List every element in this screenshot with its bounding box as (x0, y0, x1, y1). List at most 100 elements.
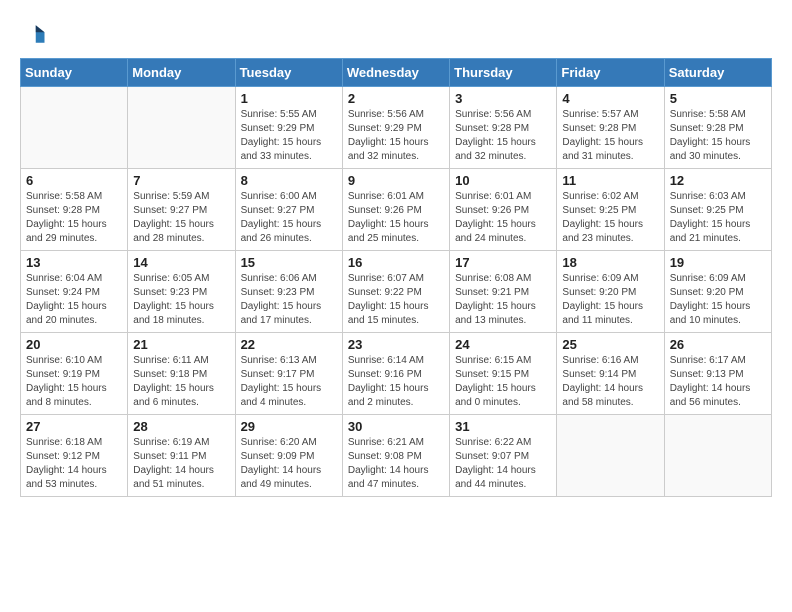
calendar-cell: 27Sunrise: 6:18 AM Sunset: 9:12 PM Dayli… (21, 415, 128, 497)
day-info: Sunrise: 5:56 AM Sunset: 9:28 PM Dayligh… (455, 108, 551, 164)
day-of-week-header: Thursday (450, 59, 557, 87)
calendar-cell: 6Sunrise: 5:58 AM Sunset: 9:28 PM Daylig… (21, 169, 128, 251)
day-number: 11 (562, 173, 658, 188)
calendar-cell: 23Sunrise: 6:14 AM Sunset: 9:16 PM Dayli… (342, 333, 449, 415)
day-info: Sunrise: 6:17 AM Sunset: 9:13 PM Dayligh… (670, 354, 766, 410)
logo (20, 20, 52, 48)
day-info: Sunrise: 5:58 AM Sunset: 9:28 PM Dayligh… (26, 190, 122, 246)
day-info: Sunrise: 6:01 AM Sunset: 9:26 PM Dayligh… (455, 190, 551, 246)
day-number: 24 (455, 337, 551, 352)
day-number: 30 (348, 419, 444, 434)
calendar-cell: 29Sunrise: 6:20 AM Sunset: 9:09 PM Dayli… (235, 415, 342, 497)
calendar: SundayMondayTuesdayWednesdayThursdayFrid… (20, 58, 772, 497)
calendar-cell: 19 Sunrise: 6:09 AM Sunset: 9:20 PM Dayli… (664, 251, 771, 333)
calendar-cell: 11Sunrise: 6:02 AM Sunset: 9:25 PM Dayli… (557, 169, 664, 251)
day-number: 9 (348, 173, 444, 188)
day-info: Sunrise: 6:11 AM Sunset: 9:18 PM Dayligh… (133, 354, 229, 410)
calendar-cell: 15Sunrise: 6:06 AM Sunset: 9:23 PM Dayli… (235, 251, 342, 333)
calendar-header-row: SundayMondayTuesdayWednesdayThursdayFrid… (21, 59, 772, 87)
logo-icon (20, 20, 48, 48)
day-number: 10 (455, 173, 551, 188)
calendar-cell: 1Sunrise: 5:55 AM Sunset: 9:29 PM Daylig… (235, 87, 342, 169)
day-number: 17 (455, 255, 551, 270)
day-number: 13 (26, 255, 122, 270)
calendar-cell (21, 87, 128, 169)
calendar-cell: 8Sunrise: 6:00 AM Sunset: 9:27 PM Daylig… (235, 169, 342, 251)
calendar-cell: 30 Sunrise: 6:21 AM Sunset: 9:08 PM Dayli… (342, 415, 449, 497)
day-number: 28 (133, 419, 229, 434)
day-info: Sunrise: 6:09 AM Sunset: 9:20 PM Dayligh… (670, 272, 766, 328)
day-info: Sunrise: 6:16 AM Sunset: 9:14 PM Dayligh… (562, 354, 658, 410)
day-of-week-header: Wednesday (342, 59, 449, 87)
day-info: Sunrise: 6:07 AM Sunset: 9:22 PM Dayligh… (348, 272, 444, 328)
day-number: 3 (455, 91, 551, 106)
day-number: 14 (133, 255, 229, 270)
day-of-week-header: Sunday (21, 59, 128, 87)
day-of-week-header: Saturday (664, 59, 771, 87)
day-of-week-header: Friday (557, 59, 664, 87)
day-number: 25 (562, 337, 658, 352)
day-number: 26 (670, 337, 766, 352)
calendar-cell: 2 Sunrise: 5:56 AM Sunset: 9:29 PM Daylig… (342, 87, 449, 169)
day-info: Sunrise: 6:22 AM Sunset: 9:07 PM Dayligh… (455, 436, 551, 492)
day-info: Sunrise: 6:14 AM Sunset: 9:16 PM Dayligh… (348, 354, 444, 410)
day-info: Sunrise: 6:21 AM Sunset: 9:08 PM Dayligh… (348, 436, 444, 492)
calendar-cell: 12Sunrise: 6:03 AM Sunset: 9:25 PM Dayli… (664, 169, 771, 251)
calendar-cell: 10 Sunrise: 6:01 AM Sunset: 9:26 PM Dayli… (450, 169, 557, 251)
day-info: Sunrise: 6:19 AM Sunset: 9:11 PM Dayligh… (133, 436, 229, 492)
calendar-week-row: 20Sunrise: 6:10 AM Sunset: 9:19 PM Dayli… (21, 333, 772, 415)
day-number: 19 (670, 255, 766, 270)
calendar-cell: 22Sunrise: 6:13 AM Sunset: 9:17 PM Dayli… (235, 333, 342, 415)
calendar-cell: 3 Sunrise: 5:56 AM Sunset: 9:28 PM Daylig… (450, 87, 557, 169)
calendar-cell: 14 Sunrise: 6:05 AM Sunset: 9:23 PM Dayli… (128, 251, 235, 333)
day-number: 16 (348, 255, 444, 270)
calendar-week-row: 27Sunrise: 6:18 AM Sunset: 9:12 PM Dayli… (21, 415, 772, 497)
day-info: Sunrise: 6:13 AM Sunset: 9:17 PM Dayligh… (241, 354, 337, 410)
day-number: 12 (670, 173, 766, 188)
day-info: Sunrise: 5:59 AM Sunset: 9:27 PM Dayligh… (133, 190, 229, 246)
day-info: Sunrise: 6:05 AM Sunset: 9:23 PM Dayligh… (133, 272, 229, 328)
calendar-cell: 16 Sunrise: 6:07 AM Sunset: 9:22 PM Dayli… (342, 251, 449, 333)
day-number: 8 (241, 173, 337, 188)
day-info: Sunrise: 6:10 AM Sunset: 9:19 PM Dayligh… (26, 354, 122, 410)
calendar-week-row: 13 Sunrise: 6:04 AM Sunset: 9:24 PM Dayli… (21, 251, 772, 333)
day-number: 2 (348, 91, 444, 106)
day-number: 7 (133, 173, 229, 188)
day-of-week-header: Tuesday (235, 59, 342, 87)
day-number: 31 (455, 419, 551, 434)
calendar-cell: 31 Sunrise: 6:22 AM Sunset: 9:07 PM Dayli… (450, 415, 557, 497)
day-number: 15 (241, 255, 337, 270)
day-info: Sunrise: 6:04 AM Sunset: 9:24 PM Dayligh… (26, 272, 122, 328)
day-number: 18 (562, 255, 658, 270)
calendar-cell: 13 Sunrise: 6:04 AM Sunset: 9:24 PM Dayli… (21, 251, 128, 333)
day-number: 29 (241, 419, 337, 434)
calendar-cell: 28 Sunrise: 6:19 AM Sunset: 9:11 PM Dayli… (128, 415, 235, 497)
calendar-week-row: 1Sunrise: 5:55 AM Sunset: 9:29 PM Daylig… (21, 87, 772, 169)
day-info: Sunrise: 6:08 AM Sunset: 9:21 PM Dayligh… (455, 272, 551, 328)
day-info: Sunrise: 5:58 AM Sunset: 9:28 PM Dayligh… (670, 108, 766, 164)
day-number: 5 (670, 91, 766, 106)
calendar-cell (128, 87, 235, 169)
calendar-cell: 5 Sunrise: 5:58 AM Sunset: 9:28 PM Daylig… (664, 87, 771, 169)
calendar-cell: 21 Sunrise: 6:11 AM Sunset: 9:18 PM Dayli… (128, 333, 235, 415)
calendar-cell (664, 415, 771, 497)
calendar-cell: 18 Sunrise: 6:09 AM Sunset: 9:20 PM Dayli… (557, 251, 664, 333)
day-info: Sunrise: 5:56 AM Sunset: 9:29 PM Dayligh… (348, 108, 444, 164)
calendar-week-row: 6Sunrise: 5:58 AM Sunset: 9:28 PM Daylig… (21, 169, 772, 251)
day-number: 1 (241, 91, 337, 106)
day-info: Sunrise: 5:57 AM Sunset: 9:28 PM Dayligh… (562, 108, 658, 164)
day-info: Sunrise: 6:15 AM Sunset: 9:15 PM Dayligh… (455, 354, 551, 410)
day-number: 21 (133, 337, 229, 352)
calendar-cell: 25 Sunrise: 6:16 AM Sunset: 9:14 PM Dayli… (557, 333, 664, 415)
day-info: Sunrise: 6:01 AM Sunset: 9:26 PM Dayligh… (348, 190, 444, 246)
page-header (20, 20, 772, 48)
calendar-cell: 20Sunrise: 6:10 AM Sunset: 9:19 PM Dayli… (21, 333, 128, 415)
day-info: Sunrise: 6:18 AM Sunset: 9:12 PM Dayligh… (26, 436, 122, 492)
calendar-cell: 4Sunrise: 5:57 AM Sunset: 9:28 PM Daylig… (557, 87, 664, 169)
day-info: Sunrise: 6:09 AM Sunset: 9:20 PM Dayligh… (562, 272, 658, 328)
calendar-cell: 17 Sunrise: 6:08 AM Sunset: 9:21 PM Dayli… (450, 251, 557, 333)
calendar-cell: 9 Sunrise: 6:01 AM Sunset: 9:26 PM Daylig… (342, 169, 449, 251)
calendar-cell (557, 415, 664, 497)
calendar-cell: 26 Sunrise: 6:17 AM Sunset: 9:13 PM Dayli… (664, 333, 771, 415)
day-of-week-header: Monday (128, 59, 235, 87)
